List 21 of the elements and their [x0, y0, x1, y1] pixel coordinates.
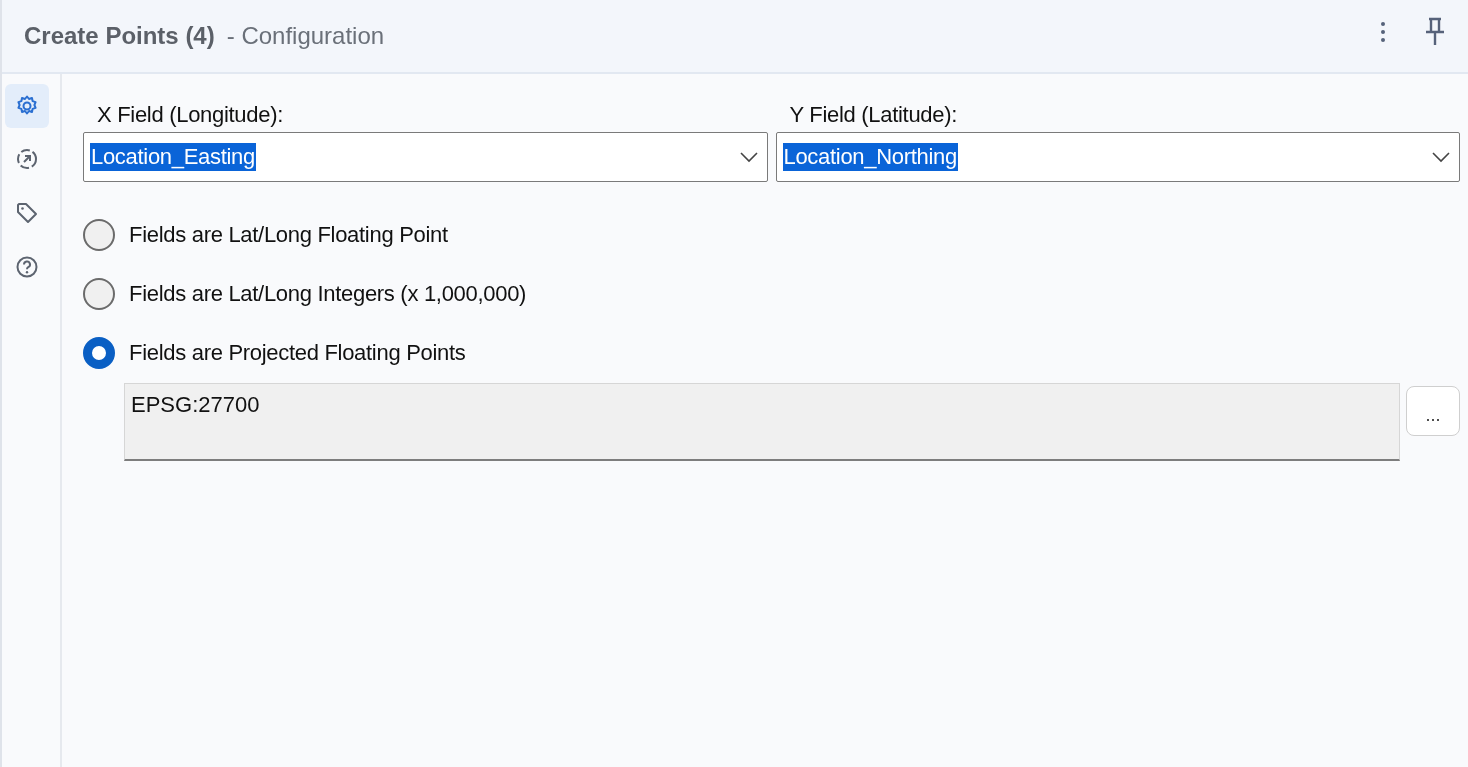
radio-button[interactable] — [83, 278, 115, 310]
dropdown[interactable]: Location_Northing — [775, 132, 1460, 182]
field-label: Y Field (Latitude): — [789, 102, 958, 128]
chevron-down-icon — [738, 151, 759, 163]
radio-button[interactable] — [83, 337, 115, 369]
help-icon — [15, 254, 39, 279]
chevron-down-icon — [1431, 151, 1451, 163]
more-options-icon[interactable] — [1380, 21, 1386, 43]
pin-icon[interactable] — [1424, 17, 1446, 47]
projection-field[interactable]: EPSG:27700 — [124, 383, 1400, 461]
window-subtitle: - Configuration — [226, 22, 385, 50]
option-label[interactable]: Fields are Lat/Long Integers (x 1,000,000) — [129, 281, 527, 307]
browse-button[interactable]: ... — [1406, 386, 1460, 436]
field-label: X Field (Longitude): — [97, 102, 283, 128]
radio-button[interactable] — [83, 219, 115, 251]
option-label[interactable]: Fields are Lat/Long Floating Point — [129, 222, 448, 248]
sidebar-tab[interactable] — [5, 84, 49, 128]
option-label[interactable]: Fields are Projected Floating Points — [129, 340, 466, 366]
dropdown[interactable]: Location_Easting — [83, 132, 768, 182]
tag-icon — [15, 200, 39, 225]
window-title: Create Points (4) — [24, 22, 215, 50]
